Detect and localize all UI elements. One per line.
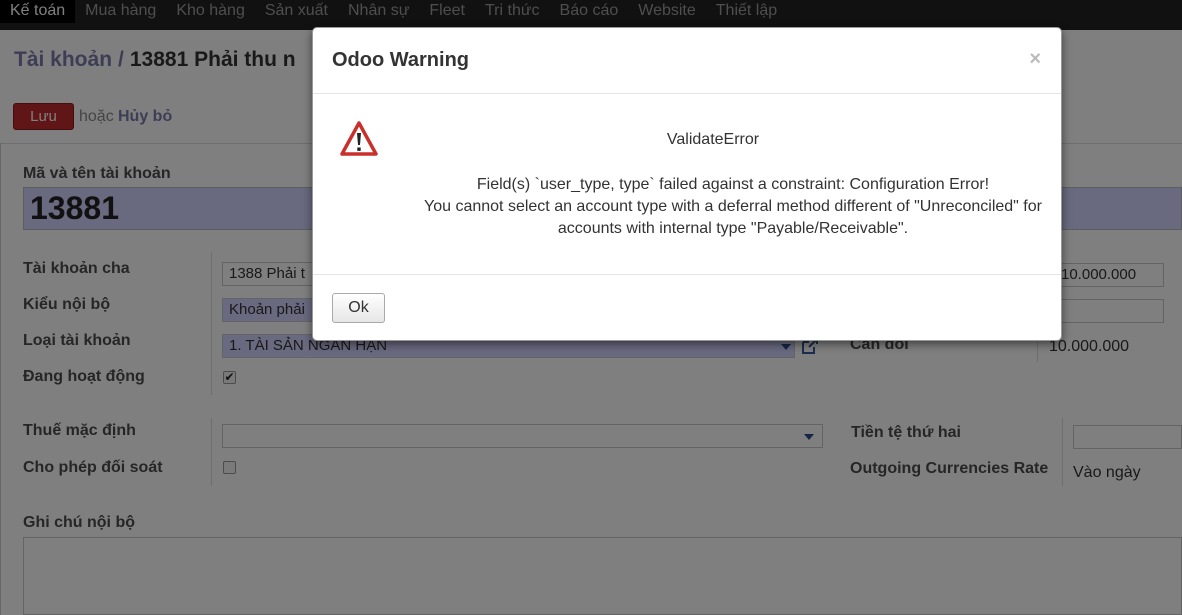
error-message-line-1: Field(s) `user_type, type` failed agains… (476, 176, 990, 193)
close-icon[interactable]: × (1029, 48, 1041, 71)
dialog-footer-divider (313, 274, 1061, 275)
dialog-title: Odoo Warning (332, 49, 470, 71)
ok-button[interactable]: Ok (332, 293, 385, 323)
warning-dialog: Odoo Warning × ValidateError Field(s) `u… (312, 27, 1062, 341)
error-message-line-3: accounts with internal type "Payable/Rec… (557, 220, 909, 237)
error-message: Field(s) `user_type, type` failed agains… (353, 174, 1113, 240)
dialog-header: Odoo Warning × (313, 28, 1061, 94)
error-message-line-2: You cannot select an account type with a… (424, 198, 1042, 215)
error-title: ValidateError (666, 131, 760, 148)
